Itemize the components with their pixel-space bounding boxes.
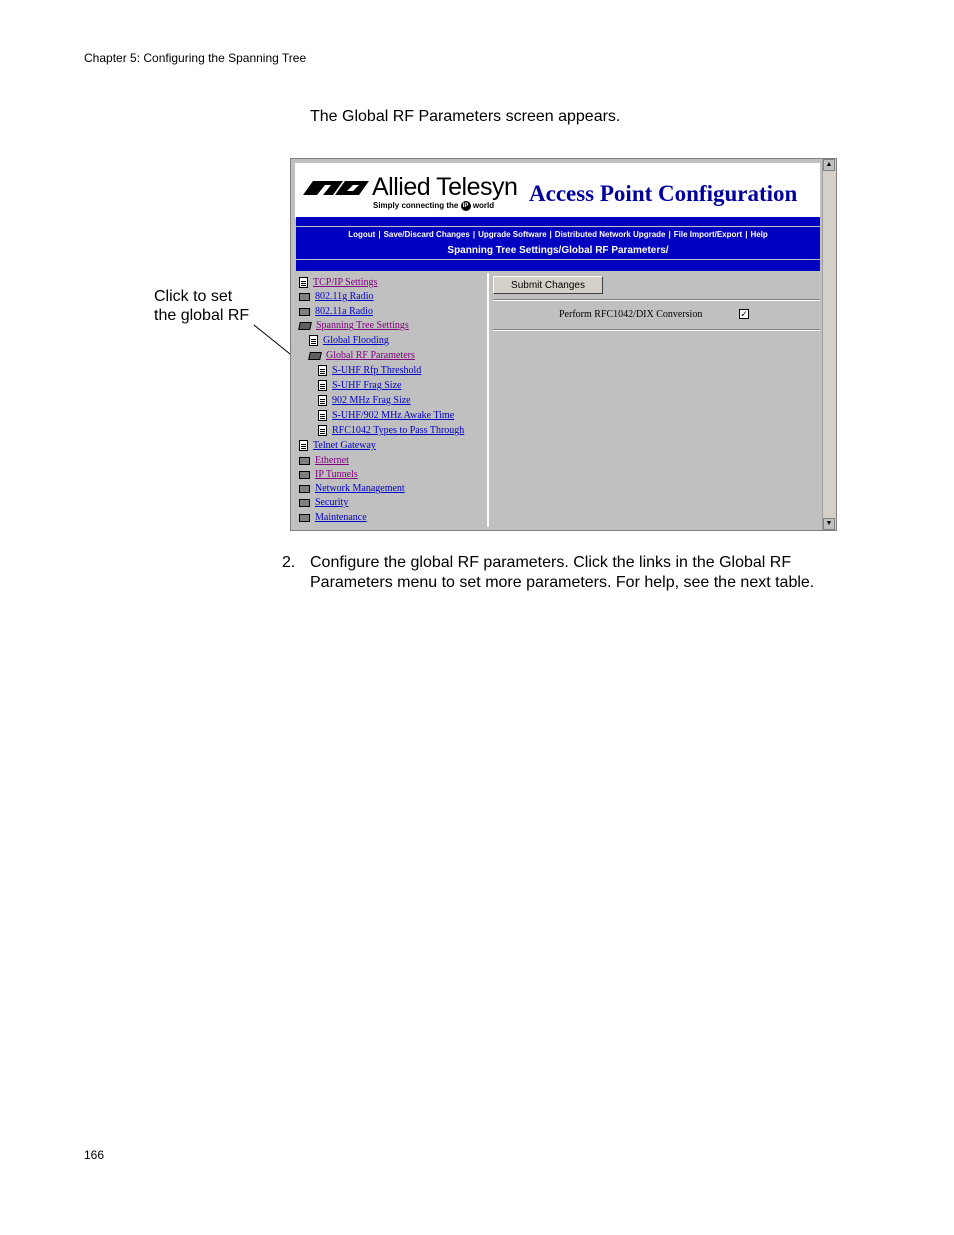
scroll-down-icon[interactable]: ▼ [823,518,835,530]
tree-link-spanning-tree-settings[interactable]: Spanning Tree Settings [316,320,409,331]
tree-link-802-11g-radio[interactable]: 802.11g Radio [315,291,374,302]
tree-menu: TCP/IP Settings 802.11g Radio 802.11a Radi… [295,273,489,527]
rfc-conversion-checkbox[interactable]: ✓ [739,309,749,319]
nav-logout-link[interactable]: Logout [348,230,375,239]
tree-item-s-uhf-rfp-threshold[interactable]: S-UHF Rfp Threshold [318,365,421,377]
folder-icon [299,292,310,301]
tree-link-902-mhz-frag-size[interactable]: 902 MHz Frag Size [332,395,411,406]
nav-distributed-upgrade-link[interactable]: Distributed Network Upgrade [555,230,666,239]
rfc-conversion-label: Perform RFC1042/DIX Conversion [559,309,703,320]
nav-help-link[interactable]: Help [750,230,767,239]
folder-open-icon [308,351,322,360]
tree-link-network-management[interactable]: Network Management [315,483,405,494]
divider [493,299,820,301]
nav-bar: Logout | Save/Discard Changes | Upgrade Soft… [296,217,820,271]
tree-item-802-11g-radio[interactable]: 802.11g Radio [299,291,374,302]
document-icon [318,380,327,392]
tree-link-security[interactable]: Security [315,497,348,508]
nav-links: Logout | Save/Discard Changes | Upgrade Soft… [348,230,768,239]
settings-pane: Submit Changes Perform RFC1042/DIX Conve… [491,273,820,527]
tree-item-network-management[interactable]: Network Management [299,483,405,494]
tree-item-802-11a-radio[interactable]: 802.11a Radio [299,306,373,317]
tree-link-global-flooding[interactable]: Global Flooding [323,335,389,346]
scroll-up-icon[interactable]: ▲ [823,159,835,171]
tree-link-ethernet[interactable]: Ethernet [315,455,349,466]
tree-link-maintenance[interactable]: Maintenance [315,512,367,523]
tree-link-s-uhf-902-mhz-awake-time[interactable]: S-UHF/902 MHz Awake Time [332,410,454,421]
document-icon [299,277,308,289]
tree-item-rfc1042-types-to-pass-through[interactable]: RFC1042 Types to Pass Through [318,425,464,437]
tree-item-902-mhz-frag-size[interactable]: 902 MHz Frag Size [318,395,411,407]
vertical-scrollbar[interactable]: ▲ ▼ [822,159,836,530]
tree-item-s-uhf-frag-size[interactable]: S-UHF Frag Size [318,380,401,392]
page-number: 166 [84,1148,105,1162]
banner: Allied Telesyn Simply connecting the IP … [295,163,820,218]
tree-link-telnet-gateway[interactable]: Telnet Gateway [313,440,376,451]
tree-link-tcp-ip-settings[interactable]: TCP/IP Settings [313,277,377,288]
folder-icon [299,456,310,465]
document-icon [318,410,327,422]
tree-item-security[interactable]: Security [299,497,348,508]
submit-changes-button[interactable]: Submit Changes [493,276,603,294]
tagline: Simply connecting the IP world [373,201,495,211]
nav-upgrade-software-link[interactable]: Upgrade Software [478,230,546,239]
tree-item-global-flooding[interactable]: Global Flooding [309,335,389,347]
folder-open-icon [298,321,312,330]
nav-file-import-export-link[interactable]: File Import/Export [674,230,742,239]
document-icon [299,440,308,452]
document-icon [309,335,318,347]
tree-item-maintenance[interactable]: Maintenance [299,512,367,523]
tree-item-spanning-tree-settings[interactable]: Spanning Tree Settings [298,320,409,331]
tree-link-rfc1042-types-to-pass-through[interactable]: RFC1042 Types to Pass Through [332,425,464,436]
tree-item-global-rf-parameters[interactable]: Global RF Parameters [308,350,415,361]
folder-icon [299,498,310,507]
folder-icon [299,513,310,522]
folder-icon [299,307,310,316]
tree-item-tcp-ip-settings[interactable]: TCP/IP Settings [299,277,377,289]
nav-save-discard-link[interactable]: Save/Discard Changes [384,230,470,239]
tree-item-telnet-gateway[interactable]: Telnet Gateway [299,440,376,452]
allied-telesyn-logo-icon [303,181,369,195]
tree-link-global-rf-parameters[interactable]: Global RF Parameters [326,350,415,361]
step-text: Configure the global RF parameters. Clic… [310,554,815,591]
tree-link-ip-tunnels[interactable]: IP Tunnels [315,469,358,480]
document-icon [318,365,327,377]
breadcrumb: Spanning Tree Settings/Global RF Paramet… [447,245,669,256]
step-number: 2. [282,554,296,571]
brand-name: Allied Telesyn [372,173,518,201]
document-icon [318,395,327,407]
screenshot-window: Allied Telesyn Simply connecting the IP … [290,158,837,531]
folder-icon [299,470,310,479]
tree-item-s-uhf-902-mhz-awake-time[interactable]: S-UHF/902 MHz Awake Time [318,410,454,422]
page-title: Access Point Configuration [529,181,798,206]
tree-item-ip-tunnels[interactable]: IP Tunnels [299,469,358,480]
tree-item-ethernet[interactable]: Ethernet [299,455,349,466]
document-icon [318,425,327,437]
tree-link-s-uhf-rfp-threshold[interactable]: S-UHF Rfp Threshold [332,365,421,376]
tree-link-802-11a-radio[interactable]: 802.11a Radio [315,306,373,317]
divider [493,329,820,331]
folder-icon [299,484,310,493]
ip-icon: IP [460,201,471,211]
tree-link-s-uhf-frag-size[interactable]: S-UHF Frag Size [332,380,401,391]
